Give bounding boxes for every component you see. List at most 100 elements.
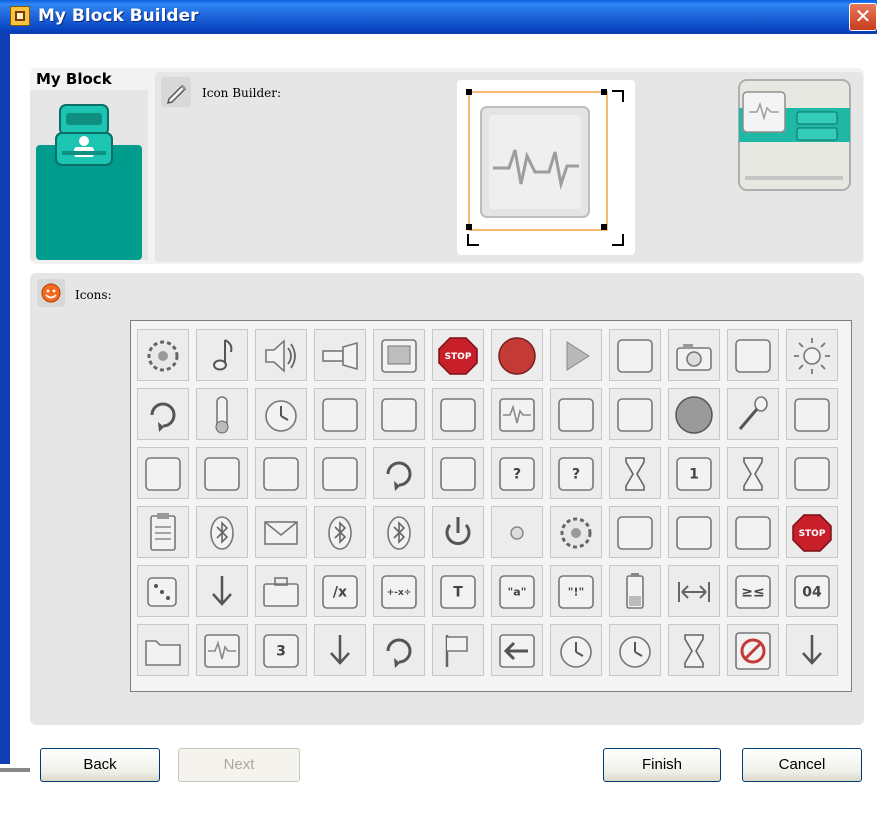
motor-icon[interactable]: [609, 329, 661, 381]
window-left-border: [0, 34, 10, 830]
nxt-brick-icon[interactable]: [137, 447, 189, 499]
light-icon[interactable]: [786, 329, 838, 381]
microphone-icon[interactable]: [727, 388, 779, 440]
motor-block-icon[interactable]: [196, 447, 248, 499]
dice-icon[interactable]: [137, 565, 189, 617]
speaker-icon[interactable]: [255, 329, 307, 381]
stop-sign-icon[interactable]: STOP: [432, 329, 484, 381]
dot-icon[interactable]: [491, 506, 543, 558]
wireless-receive-icon[interactable]: [550, 388, 602, 440]
download-icon[interactable]: [786, 624, 838, 676]
timer-icon[interactable]: [255, 388, 307, 440]
flag-icon[interactable]: [432, 624, 484, 676]
refresh-icon[interactable]: [373, 624, 425, 676]
left-arrow-icon[interactable]: [491, 624, 543, 676]
music-note-icon[interactable]: [196, 329, 248, 381]
compare-op-icon[interactable]: ≥≤: [727, 565, 779, 617]
counter-icon[interactable]: 04: [786, 565, 838, 617]
arrow-down-thin-icon[interactable]: [314, 624, 366, 676]
switch-icon[interactable]: [432, 447, 484, 499]
clock-icon[interactable]: [550, 624, 602, 676]
svg-text:"a": "a": [508, 586, 527, 599]
my-block-label: My Block: [36, 70, 112, 88]
svg-text:?: ?: [513, 467, 521, 483]
record-icon[interactable]: [491, 329, 543, 381]
icon-canvas-drawing: [466, 89, 624, 246]
bluetooth-send-icon[interactable]: [314, 506, 366, 558]
bluetooth-receive-icon[interactable]: [373, 506, 425, 558]
svg-text:T: T: [453, 585, 463, 601]
svg-text:1: 1: [689, 467, 699, 483]
svg-text:+-x÷: +-x÷: [387, 588, 412, 598]
dial-icon[interactable]: [668, 388, 720, 440]
counter-3-icon[interactable]: 3: [255, 624, 307, 676]
string-icon[interactable]: "a": [491, 565, 543, 617]
broadcast-icon[interactable]: [609, 388, 661, 440]
battery-icon[interactable]: [609, 565, 661, 617]
range-icon[interactable]: [668, 565, 720, 617]
gears-icon[interactable]: [550, 506, 602, 558]
flashlight-icon[interactable]: [314, 329, 366, 381]
title-bar[interactable]: My Block Builder ✕: [0, 0, 877, 34]
play-gear-icon[interactable]: [609, 506, 661, 558]
briefcase-icon[interactable]: [255, 565, 307, 617]
thermometer-icon[interactable]: [196, 388, 248, 440]
icons-label: Icons:: [75, 288, 112, 302]
svg-text:STOP: STOP: [445, 352, 472, 362]
smiley-button[interactable]: [37, 279, 65, 307]
exclaim-icon[interactable]: "!": [550, 565, 602, 617]
text-icon[interactable]: T: [432, 565, 484, 617]
close-button[interactable]: ✕: [849, 3, 877, 31]
svg-text:04: 04: [802, 585, 822, 601]
svg-text:≥≤: ≥≤: [741, 585, 764, 601]
window-edge: [0, 768, 30, 772]
hourglass-icon[interactable]: [609, 447, 661, 499]
svg-text:?: ?: [572, 467, 580, 483]
compare-icon[interactable]: ?: [491, 447, 543, 499]
waveform-icon[interactable]: [491, 388, 543, 440]
next-button[interactable]: Next: [178, 748, 300, 782]
box-icon[interactable]: [314, 447, 366, 499]
wait-icon[interactable]: [727, 447, 779, 499]
pointer-sensor-icon[interactable]: [727, 329, 779, 381]
back-button[interactable]: Back: [40, 748, 160, 782]
cancel-button[interactable]: Cancel: [742, 748, 862, 782]
svg-text:3: 3: [276, 644, 286, 660]
percent-icon[interactable]: /x: [314, 565, 366, 617]
math-icon[interactable]: +-x÷: [373, 565, 425, 617]
stop-gear-icon[interactable]: STOP: [786, 506, 838, 558]
skip-gear-icon[interactable]: [727, 506, 779, 558]
touch-sensor-icon[interactable]: [373, 388, 425, 440]
ultrasonic-icon[interactable]: [786, 388, 838, 440]
data-block-icon[interactable]: [255, 447, 307, 499]
pencil-button[interactable]: [161, 77, 191, 107]
icon-canvas[interactable]: [457, 80, 635, 255]
rotation-sensor-icon[interactable]: [137, 388, 189, 440]
block-preview: [738, 79, 851, 191]
icon-grid: STOP?? 1 STOP/x +-x÷ T "a" "!" ≥≤ 04 3: [130, 320, 852, 692]
display-icon[interactable]: [373, 329, 425, 381]
folder-icon[interactable]: [137, 624, 189, 676]
wireless-send-icon[interactable]: [432, 388, 484, 440]
waveform-small-icon[interactable]: [196, 624, 248, 676]
variable-icon[interactable]: 1: [668, 447, 720, 499]
sound-sensor-icon[interactable]: [314, 388, 366, 440]
hourglass-tile-icon[interactable]: [668, 624, 720, 676]
block-flow-icon[interactable]: [786, 447, 838, 499]
fast-forward-gear-icon[interactable]: [668, 506, 720, 558]
camera-icon[interactable]: [668, 329, 720, 381]
gear-icon[interactable]: [137, 329, 189, 381]
no-entry-icon[interactable]: [727, 624, 779, 676]
bluetooth-icon[interactable]: [196, 506, 248, 558]
clipboard-icon[interactable]: [137, 506, 189, 558]
envelope-icon[interactable]: [255, 506, 307, 558]
loop-icon[interactable]: [373, 447, 425, 499]
finish-button[interactable]: Finish: [603, 748, 721, 782]
svg-text:"!": "!": [568, 586, 584, 599]
logic-icon[interactable]: ?: [550, 447, 602, 499]
play-icon[interactable]: [550, 329, 602, 381]
window-title: My Block Builder: [38, 6, 199, 26]
down-arrow-icon[interactable]: [196, 565, 248, 617]
clock-stop-icon[interactable]: [609, 624, 661, 676]
power-icon[interactable]: [432, 506, 484, 558]
